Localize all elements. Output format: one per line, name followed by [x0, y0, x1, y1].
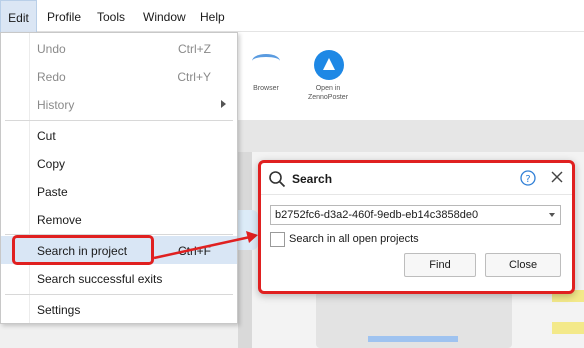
edit-menu-dropdown: Undo Ctrl+Z Redo Ctrl+Y History Cut Copy…: [0, 32, 238, 324]
help-icon[interactable]: ?: [520, 170, 536, 186]
menu-window[interactable]: Window: [143, 0, 186, 32]
find-button[interactable]: Find: [404, 253, 476, 277]
tabs-strip: [238, 120, 584, 152]
close-button[interactable]: Close: [485, 253, 561, 277]
menu-help[interactable]: Help: [200, 0, 225, 32]
dialog-divider: [261, 194, 572, 195]
wifi-icon: [252, 54, 280, 68]
submenu-arrow-icon: [221, 100, 226, 108]
dialog-title: Search: [292, 172, 333, 186]
menu-item-undo[interactable]: Undo Ctrl+Z: [1, 34, 237, 62]
search-all-projects-checkbox[interactable]: [270, 232, 285, 247]
menu-tools[interactable]: Tools: [97, 0, 125, 32]
annotation-highlight-box: [12, 235, 154, 265]
menu-profile[interactable]: Profile: [47, 0, 81, 32]
menu-edit[interactable]: Edit: [0, 0, 37, 32]
action-link[interactable]: [368, 336, 458, 342]
menu-item-search-successful-exits[interactable]: Search successful exits: [1, 264, 237, 292]
menu-item-remove[interactable]: Remove: [1, 205, 237, 233]
menu-item-cut[interactable]: Cut: [1, 121, 237, 149]
zennoposter-icon: [314, 50, 344, 80]
search-icon: [269, 171, 286, 188]
close-icon[interactable]: [550, 170, 564, 184]
search-all-projects-label: Search in all open projects: [289, 233, 419, 245]
menu-item-copy[interactable]: Copy: [1, 149, 237, 177]
svg-text:?: ?: [525, 174, 530, 185]
chevron-down-icon[interactable]: [549, 213, 555, 217]
note-block[interactable]: [552, 322, 584, 334]
open-in-zennoposter-button[interactable]: Open in ZennoPoster: [298, 46, 358, 106]
menu-item-paste[interactable]: Paste: [1, 177, 237, 205]
search-query-combobox[interactable]: b2752fc6-d3a2-460f-9edb-eb14c3858de0: [270, 205, 561, 225]
browser-button[interactable]: Browser: [236, 46, 296, 106]
menu-item-settings[interactable]: Settings: [1, 295, 237, 323]
workspace-scrollbar[interactable]: [238, 152, 252, 348]
menu-bar: Edit Profile Tools Window Help: [0, 0, 584, 32]
menu-item-redo[interactable]: Redo Ctrl+Y: [1, 62, 237, 90]
search-dialog: Search ? b2752fc6-d3a2-460f-9edb-eb14c38…: [258, 160, 575, 294]
menu-item-history[interactable]: History: [1, 90, 237, 118]
